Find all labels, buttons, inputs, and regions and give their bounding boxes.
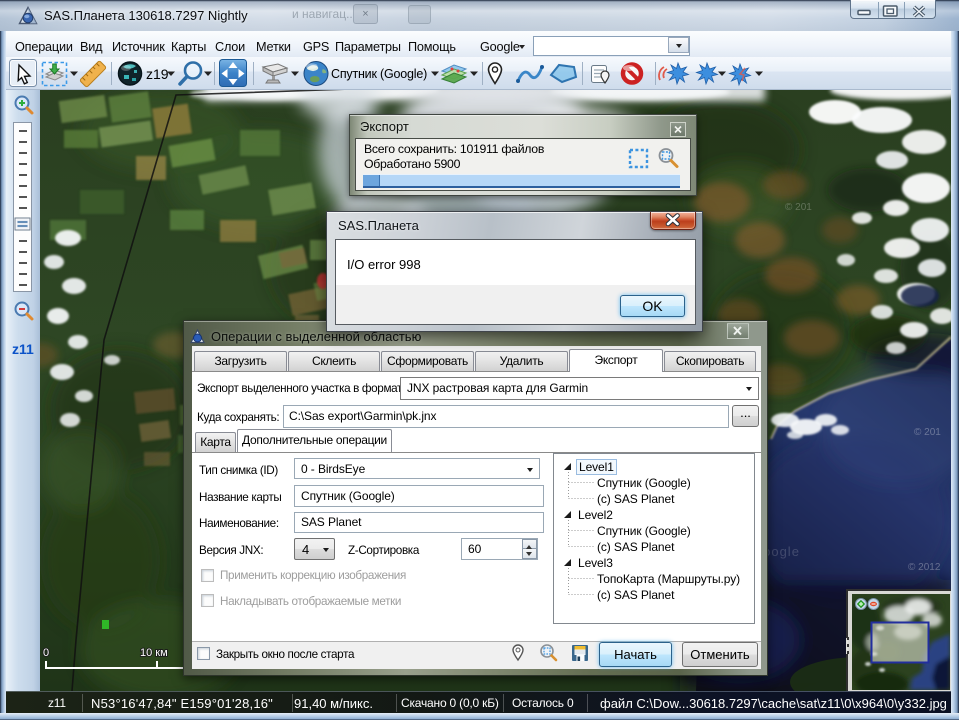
svg-text:0: 0 — [43, 647, 49, 659]
svg-text:© 201: © 201 — [785, 202, 812, 213]
svg-text:z11: z11 — [12, 341, 34, 357]
svg-text:10 км: 10 км — [140, 647, 168, 659]
svg-text:Спутник (Google): Спутник (Google) — [331, 67, 427, 81]
svg-text:z19: z19 — [146, 66, 169, 82]
svg-text:© 2012: © 2012 — [908, 562, 941, 573]
svg-text:© 201: © 201 — [914, 427, 941, 438]
